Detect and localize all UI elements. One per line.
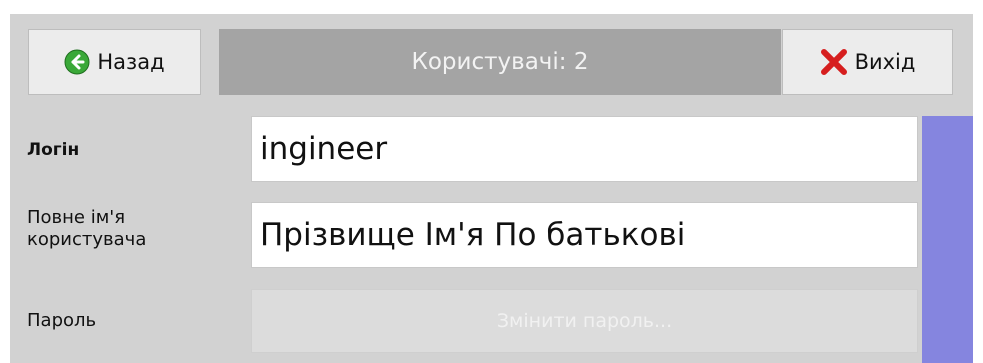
close-x-icon (820, 48, 848, 76)
back-arrow-icon (64, 49, 90, 75)
exit-button[interactable]: Вихід (782, 29, 953, 95)
exit-button-label: Вихід (854, 50, 916, 74)
change-password-label: Змінити пароль... (496, 310, 673, 332)
scrollbar[interactable] (922, 116, 973, 363)
user-editor-panel: Назад Користувачі: 2 Вихід Логін inginee… (10, 14, 973, 363)
page-title: Користувачі: 2 (219, 29, 781, 95)
full-name-label-line2: користувача (27, 229, 147, 250)
login-field[interactable]: ingineer (251, 116, 918, 182)
full-name-label-line1: Повне ім'я (27, 207, 126, 228)
full-name-value: Прізвище Ім'я По батькові (260, 217, 686, 253)
full-name-label: Повне ім'я користувача (27, 207, 146, 251)
change-password-button[interactable]: Змінити пароль... (251, 289, 918, 353)
password-label: Пароль (27, 310, 97, 331)
back-button[interactable]: Назад (28, 29, 201, 95)
login-value: ingineer (260, 131, 388, 167)
page-title-text: Користувачі: 2 (411, 49, 589, 75)
login-label: Логін (27, 140, 80, 160)
back-button-label: Назад (97, 50, 165, 74)
full-name-field[interactable]: Прізвище Ім'я По батькові (251, 202, 918, 268)
